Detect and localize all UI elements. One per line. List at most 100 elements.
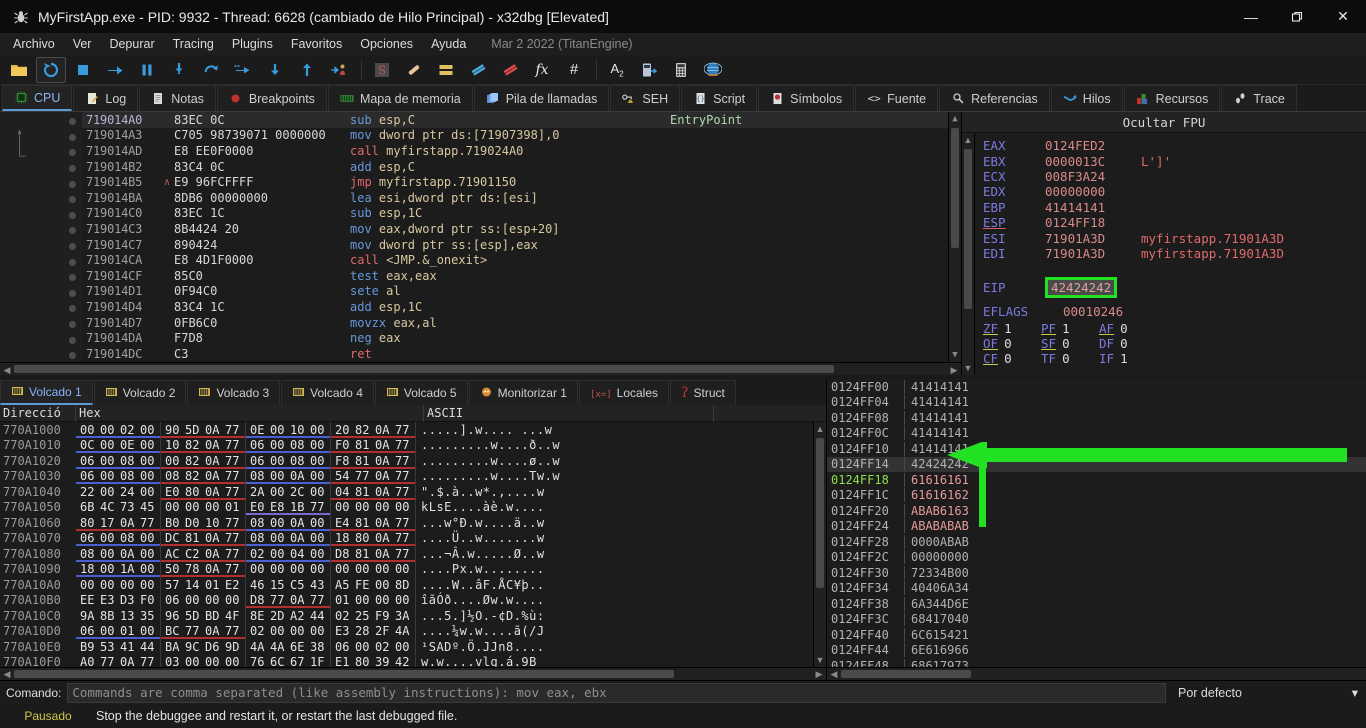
dump-hex-byte[interactable]: 76 [250,655,270,667]
dump-hex-byte[interactable]: 00 [140,438,160,452]
dump-hex-byte[interactable]: 54 [335,469,355,483]
dump-hex-byte[interactable]: 77 [395,454,415,468]
dump-vscrollbar[interactable]: ▲ ▼ [813,422,826,667]
dump-hex-byte[interactable]: E8 [270,500,290,514]
dump-hex-byte[interactable]: 1F [310,655,330,667]
dump-hex-byte[interactable]: 04 [335,485,355,499]
dump-hex-byte[interactable]: 00 [185,500,205,514]
dump-hex-byte[interactable]: 22 [80,485,100,499]
dump-row[interactable]: 770A1030 06 00 08 00 08 82 0A 77 08 00 0A 00 54 77 0A 77… [0,468,813,484]
dump-hex-group[interactable]: 10 82 0A 77 [161,437,246,453]
disassembly-row[interactable]: 719014BA 8DB6 00000000 lea esi,dword ptr d… [82,190,948,206]
dump-hex-byte[interactable]: 80 [185,485,205,499]
dump-hex-group[interactable]: 08 00 0A 00 [246,530,331,546]
dump-hex-byte[interactable]: 41 [120,640,140,654]
disassembly-row[interactable]: 719014C3 8B4424 20 mov eax,dword ptr ss:[e… [82,221,948,237]
registers-vscrollbar[interactable]: ▲ ▼ [962,133,975,375]
dump-ascii[interactable]: ...5.]½O.-¢D.%ù: [416,609,545,623]
dump-hex-group[interactable]: 01 00 00 00 [331,592,416,608]
dump-hex-byte[interactable]: 0A [120,547,140,561]
dump-hex-byte[interactable]: 06 [80,454,100,468]
dump-hex-byte[interactable]: 00 [310,624,330,638]
dump-ascii[interactable]: ....Px.w........ [416,562,545,576]
dump-hex-group[interactable]: 06 00 08 00 [76,530,161,546]
dump-hex-group[interactable]: 08 00 0A 00 [246,468,331,484]
dump-ascii[interactable]: ....W..âF.ÅC¥þ.. [416,578,545,592]
dump-hex-byte[interactable]: 00 [335,500,355,514]
dump-row[interactable]: 770A10D0 06 00 01 00 BC 77 0A 77 02 00 00 00 E3 28 2F 4A… [0,623,813,639]
dump-hex-byte[interactable]: 0A [375,547,395,561]
dump-hex-byte[interactable]: 42 [395,655,415,667]
dump-hex-byte[interactable]: 00 [205,655,225,667]
scroll-up-icon[interactable]: ▲ [962,135,974,145]
dump-hex-byte[interactable]: E2 [225,578,245,592]
dump-hex-byte[interactable]: 00 [395,562,415,576]
breakpoint-toggle[interactable] [62,239,82,255]
scroll-thumb[interactable] [816,438,824,588]
dump-ascii[interactable]: ".$.à..w*.,....w [416,485,545,499]
dump-hex-byte[interactable]: 08 [120,469,140,483]
register-row[interactable]: EBP 41414141 [983,200,1366,215]
dump-hex-byte[interactable]: 00 [270,423,290,437]
dump-hex-group[interactable]: 46 15 C5 43 [246,577,331,593]
stack-row[interactable]: 0124FF14 42424242 [827,456,1366,472]
dump-hex-group[interactable]: A5 FE 00 8D [331,577,416,593]
dump-hex-group[interactable]: E3 28 2F 4A [331,623,416,639]
dump-hex-group[interactable]: E1 80 39 42 [331,654,416,667]
dump-hex-byte[interactable]: 01 [225,500,245,514]
dump-hex-group[interactable]: B0 D0 10 77 [161,515,246,531]
dump-hex-byte[interactable]: 0A [375,531,395,545]
dump-hex-byte[interactable]: 03 [165,655,185,667]
menu-ver[interactable]: Ver [64,35,101,53]
dump-hex-byte[interactable]: 77 [140,655,160,667]
dump-hex-group[interactable]: 80 17 0A 77 [76,515,161,531]
breakpoint-toggle[interactable] [62,192,82,208]
dump-hex-byte[interactable]: 00 [395,500,415,514]
dump-hex-byte[interactable]: 08 [165,469,185,483]
dump-hex-byte[interactable]: 45 [140,500,160,514]
dump-hex-byte[interactable]: D3 [120,593,140,607]
dump-hex-byte[interactable]: 18 [80,562,100,576]
dump-row[interactable]: 770A1040 22 00 24 00 E0 80 0A 77 2A 00 2C 00 04 81 0A 77… [0,484,813,500]
dump-hex-byte[interactable]: 77 [395,485,415,499]
stack-value[interactable]: 68617973 [905,659,987,667]
dump-hex-byte[interactable]: 00 [335,562,355,576]
minimize-button[interactable]: — [1228,0,1274,33]
menu-favoritos[interactable]: Favoritos [282,35,351,53]
flag-if[interactable]: IF 1 [1099,351,1157,366]
dump-hex-byte[interactable]: 53 [100,640,120,654]
dump-hex-byte[interactable]: 0A [205,562,225,576]
tab-notas[interactable]: Notas [139,85,216,111]
dump-hex-byte[interactable]: 08 [120,454,140,468]
scroll-thumb[interactable] [964,149,972,309]
dump-hex-byte[interactable]: C2 [185,547,205,561]
dump-hex-byte[interactable]: 00 [270,624,290,638]
dump-ascii[interactable]: ...w°Ð.w....ä..w [416,516,545,530]
dump-hex-byte[interactable]: 77 [225,547,245,561]
dump-hex-byte[interactable]: 9A [80,609,100,623]
breakpoint-toggle[interactable] [62,317,82,333]
log-window-icon[interactable] [431,57,461,83]
disassembly-row[interactable]: 719014B2 83C4 0C add esp,C [82,159,948,175]
run-icon[interactable] [100,57,130,83]
dump-hex-byte[interactable]: 0A [290,469,310,483]
dump-hex-byte[interactable]: 44 [140,640,160,654]
dump-hex-byte[interactable]: 0A [120,655,140,667]
tab-breakpoints[interactable]: Breakpoints [216,85,327,111]
tab-cpu[interactable]: CPU [2,85,73,111]
dump-hex-byte[interactable]: 00 [270,469,290,483]
dump-hex-byte[interactable]: 8B [100,609,120,623]
pause-icon[interactable] [132,57,162,83]
disassembly-row[interactable]: 719014CF 85C0 test eax,eax [82,268,948,284]
dump-hex-byte[interactable]: 0A [205,438,225,452]
font-icon[interactable]: A2 [602,57,632,83]
stack-value[interactable]: 41414141 [905,411,987,425]
dump-hex-byte[interactable]: 77 [100,655,120,667]
dump-hex-byte[interactable]: 77 [225,624,245,638]
dump-hex-byte[interactable]: 01 [205,578,225,592]
stop-icon[interactable] [68,57,98,83]
dump-hex-byte[interactable]: 57 [165,578,185,592]
dump-hex-byte[interactable]: 2F [375,624,395,638]
dump-row[interactable]: 770A1010 0C 00 0E 00 10 82 0A 77 06 00 08 00 F0 81 0A 77… [0,437,813,453]
scylla-icon[interactable]: S [367,57,397,83]
